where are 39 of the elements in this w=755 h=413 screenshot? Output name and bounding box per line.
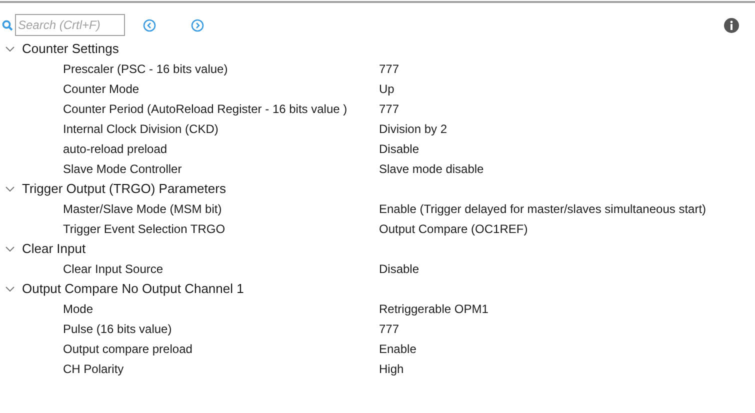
parameter-value[interactable]: Division by 2 <box>379 120 448 138</box>
parameter-value[interactable]: 777 <box>379 320 400 338</box>
parameter-value[interactable]: Enable (Trigger delayed for master/slaves simultaneous start) <box>379 200 706 218</box>
next-icon[interactable] <box>191 18 204 32</box>
parameter-name: Master/Slave Mode (MSM bit) <box>63 201 223 218</box>
parameter-value[interactable]: Disable <box>379 260 420 278</box>
parameter-value[interactable]: Slave mode disable <box>379 160 484 178</box>
parameter-value[interactable]: 777 <box>379 100 400 118</box>
previous-icon[interactable] <box>143 18 156 32</box>
group-title: Counter Settings <box>22 40 119 58</box>
parameter-name: Slave Mode Controller <box>63 161 183 178</box>
group-title: Clear Input <box>22 240 86 258</box>
parameter-name: Mode <box>63 301 94 318</box>
parameter-value[interactable]: Retriggerable OPM1 <box>379 300 488 318</box>
parameter-name: CH Polarity <box>63 361 125 378</box>
chevron-icon[interactable] <box>5 184 15 194</box>
chevron-icon[interactable] <box>5 44 15 54</box>
chevron-icon[interactable] <box>5 284 15 294</box>
parameter-value[interactable]: High <box>379 360 404 378</box>
parameter-value[interactable]: Output Compare (OC1REF) <box>379 220 528 238</box>
parameter-name: Counter Period (AutoReload Register - 16 bits value ) <box>63 101 348 118</box>
parameter-value[interactable]: 777 <box>379 60 400 78</box>
search-icon <box>2 20 13 30</box>
group-title: Output Compare No Output Channel 1 <box>22 280 244 298</box>
parameter-value[interactable]: Up <box>379 80 394 98</box>
search-field[interactable]: Search (Crtl+F) <box>15 14 125 36</box>
parameter-name: auto-reload preload <box>63 141 168 158</box>
parameter-name: Clear Input Source <box>63 261 164 278</box>
parameter-value[interactable]: Enable <box>379 340 416 358</box>
parameter-name: Counter Mode <box>63 81 140 98</box>
chevron-icon[interactable] <box>5 244 15 254</box>
parameter-name: Output compare preload <box>63 341 194 358</box>
parameter-name: Trigger Event Selection TRGO <box>63 221 226 238</box>
group-title: Trigger Output (TRGO) Parameters <box>22 180 226 198</box>
info-icon[interactable] <box>724 18 739 32</box>
parameter-name: Prescaler (PSC - 16 bits value) <box>63 61 229 78</box>
parameter-value[interactable]: Disable <box>379 140 420 158</box>
parameter-name: Internal Clock Division (CKD) <box>63 121 220 138</box>
parameter-name: Pulse (16 bits value) <box>63 321 173 338</box>
